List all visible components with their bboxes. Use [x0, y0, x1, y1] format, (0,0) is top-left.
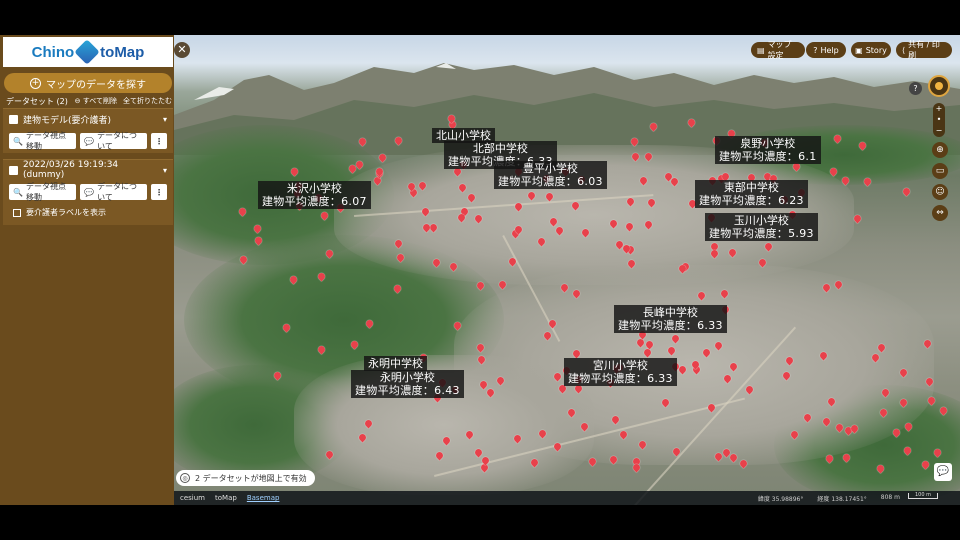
- measure-icon: ⇔: [936, 208, 944, 218]
- zoom-to-data-button[interactable]: 🔍 データ視点移動: [9, 131, 77, 151]
- sidebar-panel: Chino toMap + マップのデータを探す データセット (2) ⊖ すべ…: [0, 35, 174, 505]
- datasets-header: データセット (2) ⊖ すべて削除 全て折りたたむ: [6, 95, 172, 107]
- map-settings-button[interactable]: ▤ マップ設定: [751, 40, 805, 60]
- basemap-link[interactable]: Basemap: [247, 494, 280, 502]
- map-footer: cesium toMap Basemap 緯度 35.98896° 経度 138…: [174, 491, 960, 505]
- more-menu-button[interactable]: ⋮: [151, 184, 167, 200]
- about-data-button[interactable]: 💬 データについて: [80, 131, 147, 151]
- locate-button[interactable]: ⊕: [932, 142, 948, 158]
- layers-status-icon: ◎: [180, 473, 190, 483]
- remove-all-button[interactable]: ⊖ すべて削除: [75, 96, 117, 106]
- dataset-card: 建物モデル(要介護者) ▾ 🔍 データ視点移動 💬 データについて ⋮: [3, 108, 173, 153]
- measure-button[interactable]: ⇔: [932, 205, 948, 221]
- school-label[interactable]: 長峰中学校 建物平均濃度：6.33: [614, 305, 727, 333]
- school-label[interactable]: 永明小学校 建物平均濃度：6.43: [351, 370, 464, 398]
- street-view-button[interactable]: ☺: [932, 184, 948, 200]
- school-label[interactable]: 豊平小学校 建物平均濃度：6.03: [494, 161, 607, 189]
- tomap-credit[interactable]: toMap: [215, 494, 237, 502]
- cesium-credit[interactable]: cesium: [180, 494, 205, 502]
- share-print-button[interactable]: ⟨ 共有 / 印刷: [896, 40, 952, 60]
- datasets-title: データセット (2): [6, 96, 68, 106]
- compass-icon: [935, 82, 943, 90]
- school-label[interactable]: 永明中学校: [364, 356, 427, 371]
- dataset-card-header[interactable]: 建物モデル(要介護者) ▾: [3, 109, 173, 129]
- story-button[interactable]: ▣ Story: [851, 42, 891, 58]
- layers-icon: ▤: [757, 45, 765, 55]
- hexagon-logo-icon: [74, 39, 100, 65]
- active-datasets-status[interactable]: ◎ 2 データセットが地図上で有効: [176, 470, 315, 486]
- collapse-all-button[interactable]: 全て折りたたむ: [123, 96, 172, 106]
- more-menu-button[interactable]: ⋮: [151, 133, 167, 149]
- person-icon: ☺: [935, 187, 945, 197]
- compass-control[interactable]: [928, 75, 950, 97]
- dataset-actions: 🔍 データ視点移動 💬 データについて ⋮: [3, 180, 173, 204]
- explore-data-button[interactable]: + マップのデータを探す: [4, 73, 172, 93]
- plus-circle-icon: +: [30, 77, 41, 89]
- screen-letterbox: 北山小学校 北部中学校建物平均濃度：6.33 豊平小学校建物平均濃度：6.03 …: [0, 0, 960, 540]
- share-icon: ⟨: [902, 45, 906, 55]
- dataset-actions: 🔍 データ視点移動 💬 データについて ⋮: [3, 129, 173, 153]
- chevron-down-icon[interactable]: ▾: [163, 166, 167, 175]
- zoom-reset-icon[interactable]: •: [933, 114, 945, 125]
- zoom-control[interactable]: + • −: [933, 103, 945, 137]
- dataset-toggle-icon[interactable]: [9, 114, 18, 124]
- map-marker-pin[interactable]: [852, 213, 863, 224]
- help-icon: ?: [813, 45, 818, 55]
- dataset-title: 2022/03/26 19:19:34 (dummy): [23, 160, 119, 180]
- 3d-map-view[interactable]: 北山小学校 北部中学校建物平均濃度：6.33 豊平小学校建物平均濃度：6.03 …: [174, 35, 960, 505]
- school-label[interactable]: 東部中学校 建物平均濃度：6.23: [695, 180, 808, 208]
- school-label[interactable]: 米沢小学校 建物平均濃度：6.07: [258, 181, 371, 209]
- app-logo[interactable]: Chino toMap: [3, 37, 173, 67]
- info-icon: 💬: [84, 187, 95, 197]
- search-icon: 🔍: [13, 187, 23, 197]
- story-icon: ▣: [855, 45, 863, 55]
- search-icon: 🔍: [13, 136, 23, 146]
- app-window: 北山小学校 北部中学校建物平均濃度：6.33 豊平小学校建物平均濃度：6.03 …: [0, 35, 960, 505]
- zoom-out-button[interactable]: −: [933, 125, 945, 136]
- zoom-in-button[interactable]: +: [933, 103, 945, 114]
- checkbox-label: 要介護者ラベルを表示: [26, 208, 106, 217]
- split-icon: ▭: [935, 166, 945, 176]
- map-marker-pin[interactable]: [901, 186, 912, 197]
- logo-text-chino: Chino: [31, 43, 75, 61]
- zoom-to-data-button[interactable]: 🔍 データ視点移動: [9, 182, 77, 202]
- school-label[interactable]: 宮川小学校 建物平均濃度：6.33: [564, 358, 677, 386]
- dataset-title: 建物モデル(要介護者): [23, 115, 112, 126]
- chevron-down-icon[interactable]: ▾: [163, 115, 167, 124]
- split-view-button[interactable]: ▭: [932, 163, 948, 179]
- explore-data-label: マップのデータを探す: [46, 79, 146, 91]
- school-label[interactable]: 玉川小学校 建物平均濃度：5.93: [705, 213, 818, 241]
- checkbox-box[interactable]: [13, 208, 21, 217]
- crosshair-icon: ⊕: [936, 145, 944, 155]
- scale-bar: 100 m: [908, 493, 938, 499]
- dataset-card-header[interactable]: 2022/03/26 19:19:34 (dummy) ▾: [3, 160, 173, 180]
- feedback-chat-button[interactable]: 💬: [934, 463, 952, 481]
- dataset-toggle-icon[interactable]: [9, 165, 18, 175]
- close-sidebar-button[interactable]: ✕: [174, 42, 190, 58]
- status-text: 2 データセットが地図上で有効: [195, 473, 307, 483]
- help-button[interactable]: ? Help: [806, 42, 846, 58]
- logo-text-tomap: toMap: [100, 43, 145, 61]
- info-icon: 💬: [84, 136, 95, 146]
- show-labels-checkbox[interactable]: 要介護者ラベルを表示: [3, 204, 173, 221]
- help-question-icon[interactable]: ?: [909, 82, 922, 95]
- school-label[interactable]: 泉野小学校 建物平均濃度：6.1: [715, 136, 821, 164]
- dataset-card: 2022/03/26 19:19:34 (dummy) ▾ 🔍 データ視点移動 💬…: [3, 159, 173, 225]
- about-data-button[interactable]: 💬 データについて: [80, 182, 147, 202]
